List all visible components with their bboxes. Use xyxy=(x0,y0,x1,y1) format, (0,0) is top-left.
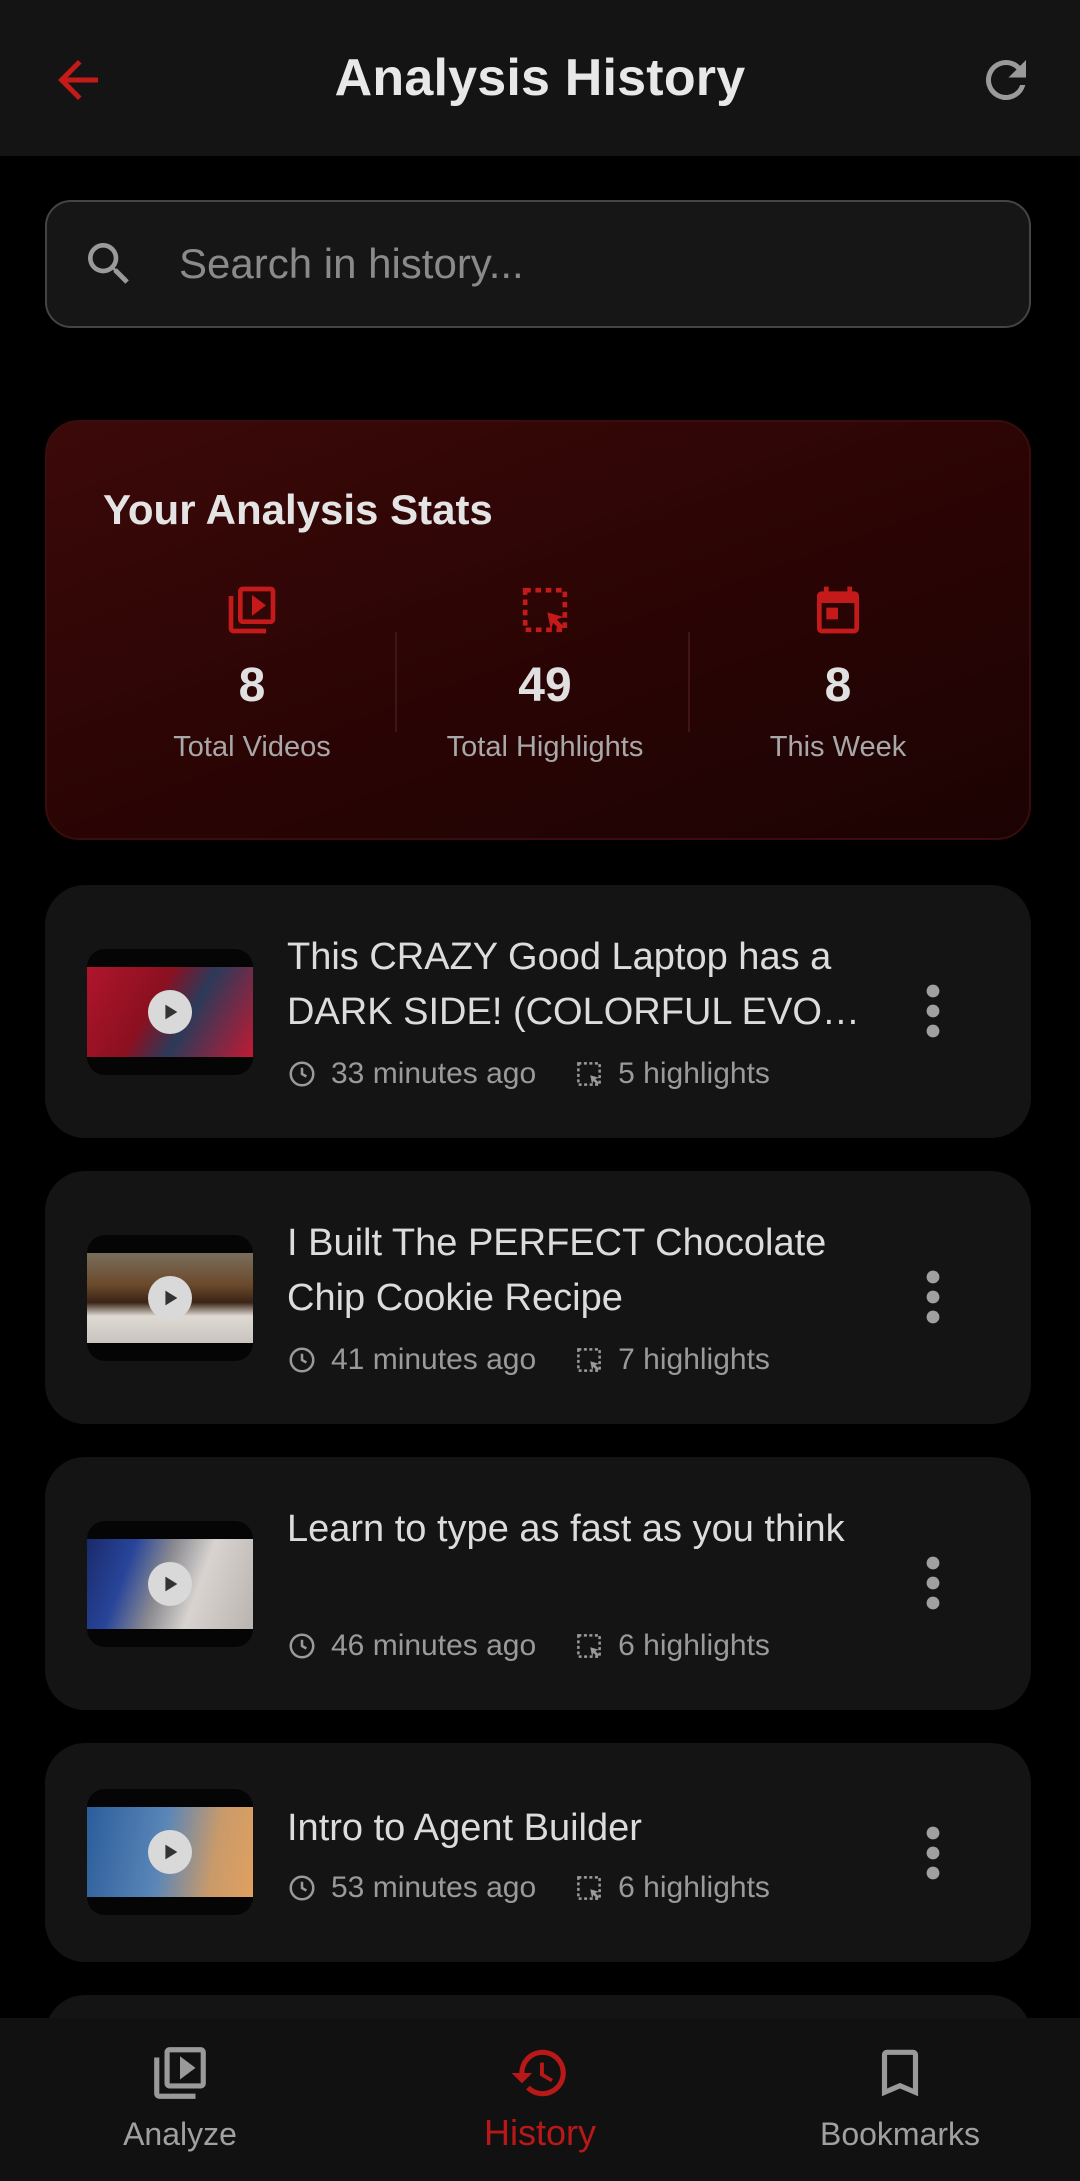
nav-label: Bookmarks xyxy=(819,2116,981,2152)
video-library-icon xyxy=(228,586,276,634)
clock-icon xyxy=(289,1061,315,1087)
highlight-select-icon xyxy=(577,1062,602,1086)
stats-card: Your Analysis Stats 8 Total Videos 49 To… xyxy=(45,420,1031,840)
nav-history[interactable]: History xyxy=(420,2042,660,2154)
stat-total-videos: 8 Total Videos xyxy=(107,582,397,764)
stat-divider xyxy=(688,632,690,732)
search-icon xyxy=(88,243,129,284)
time-ago: 46 minutes ago xyxy=(331,1629,537,1662)
video-title: Intro to Agent Builder xyxy=(287,1807,642,1849)
nav-analyze[interactable]: Analyze xyxy=(60,2042,300,2153)
search-input[interactable] xyxy=(177,239,981,289)
video-meta: 33 minutes ago 5 highlights xyxy=(287,1057,770,1091)
play-icon xyxy=(148,1562,192,1606)
history-icon xyxy=(511,2049,566,2097)
bookmark-icon xyxy=(881,2049,919,2097)
video-library-icon xyxy=(154,2047,206,2099)
arrow-back-icon[interactable] xyxy=(48,50,108,110)
nav-label: History xyxy=(483,2112,596,2153)
time-ago: 41 minutes ago xyxy=(331,1343,537,1376)
nav-label: Analyze xyxy=(123,2116,237,2152)
stat-this-week: 8 This Week xyxy=(693,582,983,764)
calendar-icon xyxy=(817,586,859,634)
history-item[interactable]: I Built The PERFECT Chocolate Chip Cooki… xyxy=(45,1171,1031,1424)
play-icon xyxy=(148,990,192,1034)
highlight-select-icon xyxy=(577,1348,602,1372)
bottom-nav: Analyze History Bookmarks xyxy=(0,2018,1080,2181)
video-title: This CRAZY Good Laptop has a DARK SIDE! … xyxy=(287,936,842,1033)
more-vert-icon[interactable] xyxy=(913,1267,953,1327)
refresh-icon[interactable] xyxy=(976,50,1036,110)
stat-value: 8 xyxy=(238,659,266,712)
stat-value: 49 xyxy=(518,659,572,712)
stats-title: Your Analysis Stats xyxy=(103,486,493,533)
stat-divider xyxy=(395,632,397,732)
video-thumbnail xyxy=(87,1235,253,1361)
video-meta: 41 minutes ago 7 highlights xyxy=(287,1343,770,1377)
clock-icon xyxy=(289,1875,315,1901)
video-thumbnail xyxy=(87,1521,253,1647)
more-vert-icon[interactable] xyxy=(913,1823,953,1883)
search-box[interactable] xyxy=(45,200,1031,328)
nav-bookmarks[interactable]: Bookmarks xyxy=(780,2042,1020,2153)
video-thumbnail xyxy=(87,1789,253,1915)
stat-value: 8 xyxy=(824,659,852,712)
stat-total-highlights: 49 Total Highlights xyxy=(400,582,690,764)
highlight-select-icon xyxy=(577,1634,602,1658)
video-thumbnail xyxy=(87,949,253,1075)
stat-label: This Week xyxy=(769,731,907,763)
stat-label: Total Highlights xyxy=(446,731,644,763)
clock-icon xyxy=(289,1633,315,1659)
more-vert-icon[interactable] xyxy=(913,1553,953,1613)
time-ago: 33 minutes ago xyxy=(331,1057,537,1090)
clock-icon xyxy=(289,1347,315,1373)
video-meta: 46 minutes ago 6 highlights xyxy=(287,1629,770,1663)
highlight-count: 7 highlights xyxy=(618,1343,770,1376)
video-title: Learn to type as fast as you think xyxy=(287,1508,845,1550)
history-item[interactable]: Intro to Agent Builder 53 minutes ago 6 … xyxy=(45,1743,1031,1962)
highlight-count: 6 highlights xyxy=(618,1629,770,1662)
highlight-select-icon xyxy=(522,587,568,633)
video-title: I Built The PERFECT Chocolate Chip Cooki… xyxy=(287,1222,827,1319)
time-ago: 53 minutes ago xyxy=(331,1871,537,1904)
highlight-count: 5 highlights xyxy=(618,1057,770,1090)
app-bar: Analysis History xyxy=(0,0,1080,156)
stat-label: Total Videos xyxy=(173,731,331,763)
play-icon xyxy=(148,1830,192,1874)
play-icon xyxy=(148,1276,192,1320)
highlight-count: 6 highlights xyxy=(618,1871,770,1904)
more-vert-icon[interactable] xyxy=(913,981,953,1041)
history-item[interactable]: This CRAZY Good Laptop has a DARK SIDE! … xyxy=(45,885,1031,1138)
video-meta: 53 minutes ago 6 highlights xyxy=(287,1871,770,1905)
highlight-select-icon xyxy=(577,1876,602,1900)
page-title: Analysis History xyxy=(334,49,746,107)
history-item[interactable]: Learn to type as fast as you think 46 mi… xyxy=(45,1457,1031,1710)
